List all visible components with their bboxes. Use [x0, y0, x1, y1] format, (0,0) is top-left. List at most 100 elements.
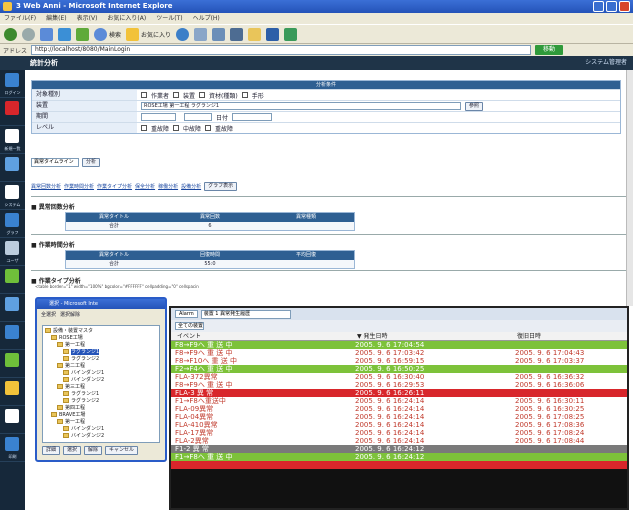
maximize-button[interactable]: [606, 1, 617, 12]
checkbox-level-1[interactable]: [141, 125, 147, 131]
select-all-link[interactable]: 全選択: [41, 311, 56, 318]
checkbox-level-3[interactable]: [205, 125, 212, 131]
deselect-link[interactable]: 選択解除: [60, 311, 80, 318]
tree-node[interactable]: バインダンジ2: [63, 377, 104, 384]
search-label[interactable]: 検索: [109, 30, 121, 39]
alarm-history-select[interactable]: 装置 1 異常発生履歴: [200, 309, 291, 319]
event-row[interactable]: F1-2 異 常 2005. 9. 6 16:24:12: [171, 445, 627, 453]
nav-item-12[interactable]: [0, 378, 25, 406]
favorites-icon[interactable]: [126, 27, 140, 41]
column-header-occurred[interactable]: ▼ 発生日時: [351, 332, 511, 340]
tree-node[interactable]: 設備・装置マスタ: [45, 328, 93, 335]
tree-node[interactable]: バインダンジ1: [63, 426, 104, 433]
graph-button[interactable]: グラフ表示: [204, 182, 238, 191]
home-icon[interactable]: [76, 27, 89, 41]
event-row[interactable]: FLA-04異常 2005. 9. 6 16:24:14 2005. 9. 6 17…: [171, 413, 627, 421]
media-icon[interactable]: [176, 27, 190, 41]
nav-item-4[interactable]: [0, 154, 25, 182]
link-work-type[interactable]: 作業タイプ分析: [97, 183, 132, 190]
tree-node[interactable]: 第三工程: [57, 384, 85, 391]
link-equipment[interactable]: 設備分析: [181, 183, 201, 190]
event-row[interactable]: F8→F9へ 重 送 中 2005. 9. 6 17:04:54: [171, 341, 627, 349]
tree-node[interactable]: バインダンジ1: [63, 370, 104, 377]
date-to-field[interactable]: [232, 113, 273, 121]
event-row[interactable]: F2→F4へ 重 送 中 2005. 9. 6 16:50:25: [171, 365, 627, 373]
tree-node-selected[interactable]: ラグランジ1: [63, 349, 100, 356]
cancel-button[interactable]: キャンセル: [105, 446, 139, 455]
refresh-icon[interactable]: [58, 27, 71, 41]
event-row[interactable]: F8→F10へ 重 送 中 2005. 9. 6 16:59:15 2005. 9.…: [171, 357, 627, 365]
event-row[interactable]: F8→F9へ 重 送 中 2005. 9. 6 17:03:42 2005. 9. …: [171, 349, 627, 357]
column-header-restored[interactable]: 復旧日時: [511, 332, 627, 340]
detail-button[interactable]: 詳細: [42, 446, 61, 455]
event-row[interactable]: FLA-2異常 2005. 9. 6 16:24:14 2005. 9. 6 17:…: [171, 437, 627, 445]
nav-item-8[interactable]: [0, 266, 25, 294]
nav-system[interactable]: システム: [0, 182, 25, 210]
tree-node[interactable]: ラグランジ2: [63, 356, 99, 363]
date-from-field[interactable]: [141, 113, 176, 121]
menu-edit[interactable]: 編集(E): [46, 13, 66, 24]
edit-icon[interactable]: [266, 27, 280, 41]
equipment-filter-select[interactable]: 全ての装置: [175, 322, 205, 330]
tab-alarm[interactable]: Alarm: [175, 310, 198, 318]
menu-tools[interactable]: ツール(T): [156, 13, 182, 24]
column-header-event[interactable]: イベント: [171, 332, 351, 340]
link-maintenance[interactable]: 保全分析: [135, 183, 155, 190]
mail-icon[interactable]: [212, 27, 226, 41]
tree-node[interactable]: 第四工程: [57, 405, 85, 412]
back-icon[interactable]: [4, 27, 17, 41]
date-mid-field[interactable]: [184, 113, 212, 121]
nav-user[interactable]: ユーザ: [0, 238, 25, 266]
nav-login[interactable]: ログイン: [0, 70, 25, 98]
history-icon[interactable]: [194, 27, 208, 41]
event-row[interactable]: [171, 461, 627, 469]
link-operation[interactable]: 稼働分析: [158, 183, 178, 190]
nav-item-13[interactable]: [0, 406, 25, 434]
close-button[interactable]: [619, 1, 630, 12]
event-row[interactable]: FLA-410異常 2005. 9. 6 16:24:14 2005. 9. 6 1…: [171, 421, 627, 429]
tree-node[interactable]: バインダンジ2: [63, 433, 104, 440]
checkbox-worker[interactable]: [141, 92, 147, 98]
menu-view[interactable]: 表示(V): [77, 13, 98, 24]
messenger-icon[interactable]: [284, 27, 298, 41]
checkbox-material[interactable]: [199, 92, 206, 98]
tree-node[interactable]: ROSE工場: [51, 335, 83, 342]
analyze-button[interactable]: 分析: [82, 158, 101, 167]
print-icon[interactable]: [230, 27, 244, 41]
menu-file[interactable]: ファイル(F): [4, 13, 36, 24]
tree-node[interactable]: 第二工程: [57, 363, 85, 370]
forward-icon[interactable]: [22, 27, 35, 41]
event-row[interactable]: F1→F8へ重送中 2005. 9. 6 16:24:14 2005. 9. 6 1…: [171, 397, 627, 405]
event-row[interactable]: F1→F8へ 重 送 中 2005. 9. 6 16:24:12: [171, 453, 627, 461]
analysis-type-select[interactable]: 異常タイムライン: [31, 158, 79, 167]
folder-icon[interactable]: [248, 27, 262, 41]
link-work-time[interactable]: 作業時間分析: [64, 183, 94, 190]
nav-item-10[interactable]: [0, 322, 25, 350]
go-button[interactable]: 移動: [535, 45, 564, 55]
minimize-button[interactable]: [593, 1, 604, 12]
browse-button[interactable]: 参照: [465, 101, 484, 111]
address-input[interactable]: http://localhost/8080/MainLogin: [31, 45, 532, 55]
event-row[interactable]: F8→F9へ 重 送 中 2005. 9. 6 16:29:53 2005. 9. …: [171, 381, 627, 389]
event-row[interactable]: FLA-3 異 常 2005. 9. 6 16:26:11: [171, 389, 627, 397]
link-error-count[interactable]: 異常回数分析: [31, 183, 61, 190]
tree-node[interactable]: ラグランジ1: [63, 391, 99, 398]
event-row[interactable]: FLA-17異常 2005. 9. 6 16:24:14 2005. 9. 6 17…: [171, 429, 627, 437]
event-row[interactable]: FLA-372異常 2005. 9. 6 16:30:40 2005. 9. 6 1…: [171, 373, 627, 381]
tree-node[interactable]: 第一工程: [57, 342, 85, 349]
nav-alert[interactable]: [0, 98, 25, 126]
select-button[interactable]: 選択: [63, 446, 82, 455]
clear-button[interactable]: 解除: [84, 446, 103, 455]
page-scrollbar[interactable]: [626, 70, 633, 306]
tree-node[interactable]: 第一工程: [57, 419, 85, 426]
stop-icon[interactable]: [40, 27, 53, 41]
tree-node[interactable]: ラグランジ2: [63, 398, 99, 405]
nav-graph[interactable]: グラフ: [0, 210, 25, 238]
search-icon[interactable]: [94, 27, 107, 41]
favorites-label[interactable]: お気に入り: [141, 30, 171, 39]
nav-item-9[interactable]: [0, 294, 25, 322]
checkbox-level-2[interactable]: [173, 125, 180, 131]
nav-item-11[interactable]: [0, 350, 25, 378]
equipment-field[interactable]: ROSE工場 第一工程 ラグランジ1: [141, 102, 461, 110]
nav-list[interactable]: 新規一覧: [0, 126, 25, 154]
